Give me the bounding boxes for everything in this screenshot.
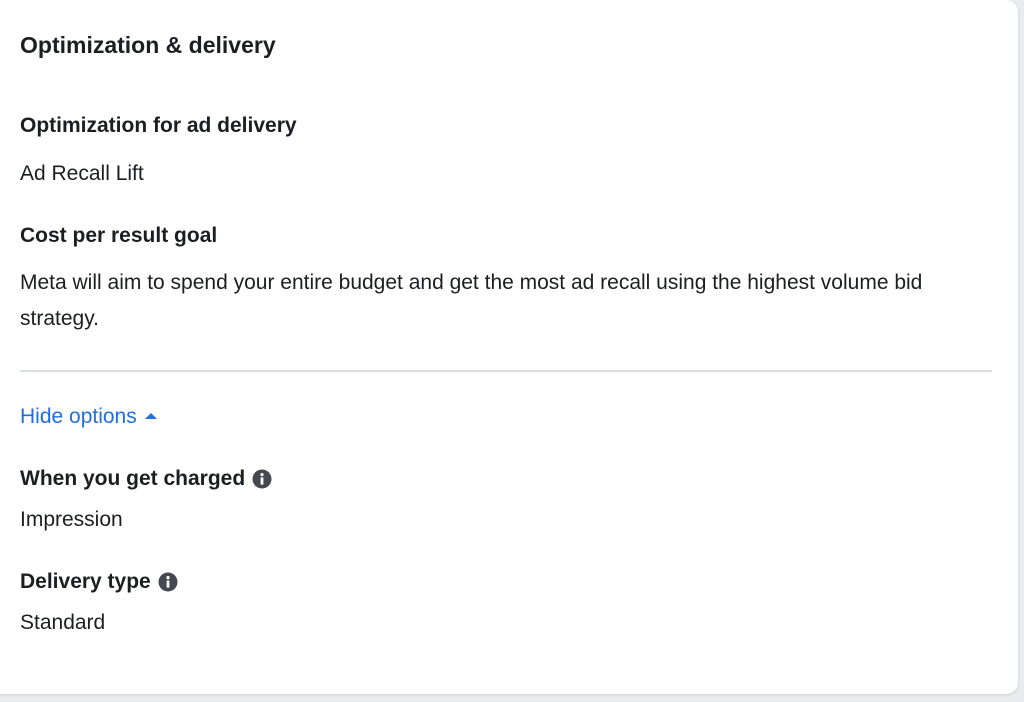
- hide-options-label: Hide options: [20, 405, 137, 428]
- info-icon[interactable]: [252, 469, 272, 489]
- card-title: Optimization & delivery: [20, 32, 276, 58]
- info-icon[interactable]: [158, 572, 178, 592]
- delivery-type-value: Standard: [20, 611, 106, 634]
- charged-label: When you get charged: [20, 467, 246, 490]
- hide-options-link[interactable]: Hide options: [20, 403, 157, 431]
- charged-value: Impression: [20, 508, 123, 531]
- cost-goal-label: Cost per result goal: [20, 224, 218, 247]
- delivery-type-label-row: Delivery type: [20, 568, 178, 596]
- optimization-delivery-card: Optimization & delivery Optimization for…: [0, 0, 1018, 694]
- caret-up-icon: [144, 413, 157, 419]
- cost-goal-description: Meta will aim to spend your entire budge…: [20, 271, 923, 330]
- optimization-label: Optimization for ad delivery: [20, 114, 297, 137]
- section-divider: [20, 370, 992, 372]
- optimization-value: Ad Recall Lift: [20, 162, 144, 185]
- charged-label-row: When you get charged: [20, 465, 272, 493]
- delivery-type-label: Delivery type: [20, 570, 151, 593]
